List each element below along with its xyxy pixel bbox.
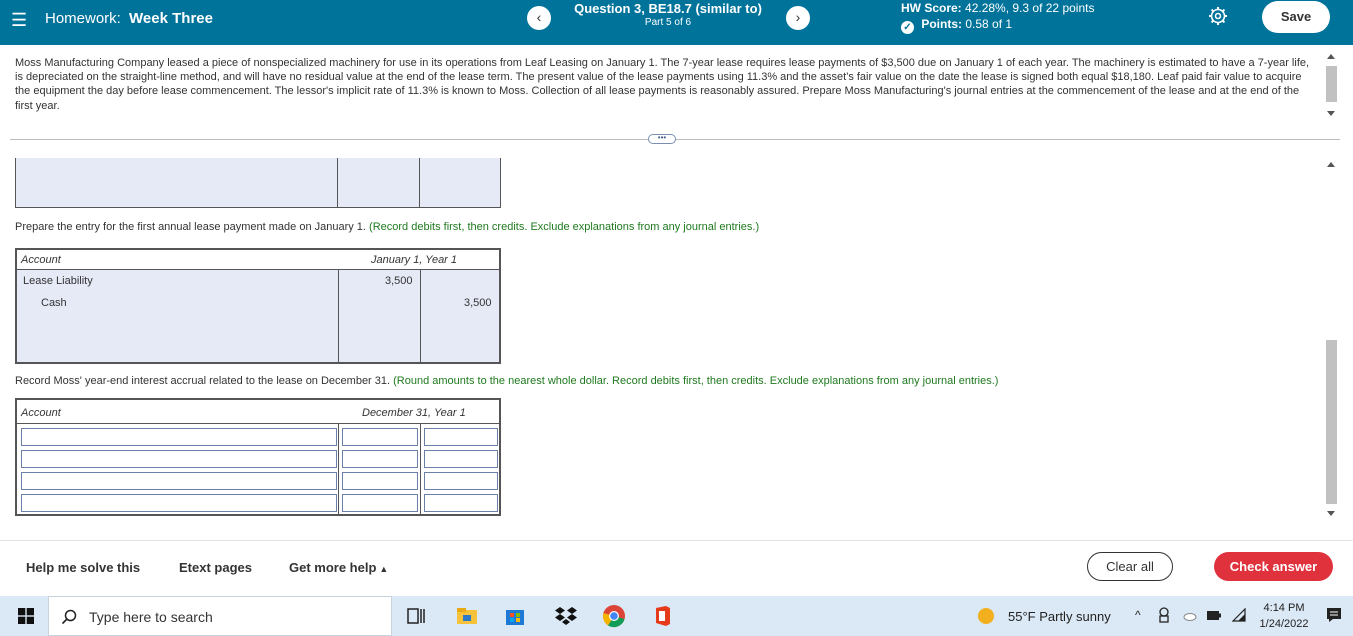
header-account: Account	[21, 254, 61, 266]
previous-question-button[interactable]: ‹	[527, 6, 551, 30]
windows-start-icon[interactable]	[18, 608, 34, 624]
get-more-help-link[interactable]: Get more help ▲	[289, 560, 388, 575]
hw-score: HW Score: 42.28%, 9.3 of 22 points	[901, 1, 1094, 15]
row2-credit: 3,500	[464, 297, 492, 309]
debit-input-row4[interactable]	[342, 494, 418, 512]
chrome-icon[interactable]	[602, 604, 626, 628]
credit-input-row2[interactable]	[424, 450, 498, 468]
scrollbar-thumb[interactable]	[1326, 340, 1337, 504]
scroll-down-arrow-icon[interactable]	[1327, 111, 1335, 116]
header-account: Account	[21, 407, 61, 419]
table-column-divider	[338, 424, 339, 514]
system-clock[interactable]: 4:14 PM 1/24/2022	[1254, 600, 1314, 632]
account-input-row4[interactable]	[21, 494, 337, 512]
settings-gear-icon[interactable]	[1208, 6, 1228, 26]
help-me-solve-link[interactable]: Help me solve this	[26, 560, 140, 575]
notification-center-icon[interactable]	[1325, 606, 1343, 624]
points-value: 0.58 of 1	[965, 17, 1013, 31]
etext-pages-link[interactable]: Etext pages	[179, 560, 252, 575]
row1-account: Lease Liability	[23, 275, 93, 287]
task-view-icon[interactable]	[404, 604, 428, 628]
table-header: Account December 31, Year 1	[17, 400, 499, 424]
account-input-row3[interactable]	[21, 472, 337, 490]
weather-text: 55°F Partly sunny	[1008, 609, 1111, 624]
debit-input-row1[interactable]	[342, 428, 418, 446]
credit-input-row3[interactable]	[424, 472, 498, 490]
microsoft-store-icon[interactable]	[503, 604, 527, 628]
journal-table-jan1: Account January 1, Year 1 Lease Liabilit…	[15, 248, 501, 364]
expand-ellipsis-button[interactable]: •••	[648, 134, 676, 144]
table-column-divider	[338, 270, 339, 362]
table-column-divider	[419, 158, 420, 208]
part1-instruction: Prepare the entry for the first annual l…	[15, 221, 759, 233]
taskbar-search-input[interactable]: Type here to search	[48, 596, 392, 636]
part2-hint: (Round amounts to the nearest whole doll…	[393, 375, 999, 387]
touch-keyboard-icon[interactable]	[1157, 606, 1171, 624]
points: ✓ Points: 0.58 of 1	[901, 17, 1012, 34]
table-column-divider	[337, 158, 338, 208]
get-more-help-label: Get more help	[289, 560, 377, 575]
scroll-up-arrow-icon[interactable]	[1327, 162, 1335, 167]
row2-account: Cash	[41, 297, 67, 309]
office-icon[interactable]	[650, 604, 674, 628]
menu-icon[interactable]: ☰	[11, 10, 27, 31]
scroll-down-arrow-icon[interactable]	[1327, 511, 1335, 516]
table-column-divider	[420, 424, 421, 514]
dropbox-icon[interactable]	[554, 604, 578, 628]
part2-instruction-text: Record Moss' year-end interest accrual r…	[15, 375, 391, 387]
clock-time: 4:14 PM	[1263, 602, 1305, 614]
clear-all-button[interactable]: Clear all	[1087, 552, 1173, 581]
question-scrollbar[interactable]	[1324, 50, 1338, 120]
homework-title: Homework: Week Three	[45, 10, 213, 27]
windows-taskbar: Type here to search 55°F Partly sunny ^	[0, 596, 1353, 636]
homework-prefix: Homework:	[45, 10, 121, 27]
next-question-button[interactable]: ›	[786, 6, 810, 30]
footer-bar: Help me solve this Etext pages Get more …	[0, 540, 1353, 596]
hw-score-value: 42.28%, 9.3 of 22 points	[965, 1, 1095, 15]
part1-hint: (Record debits first, then credits. Excl…	[369, 221, 760, 233]
save-button[interactable]: Save	[1262, 1, 1330, 33]
credit-input-row1[interactable]	[424, 428, 498, 446]
hw-score-label: HW Score:	[901, 1, 962, 15]
table-column-divider	[420, 270, 421, 362]
partly-sunny-icon	[978, 608, 994, 624]
partial-check-icon: ✓	[901, 21, 914, 34]
points-label: Points:	[921, 17, 963, 31]
caret-up-icon: ▲	[379, 564, 389, 574]
part1-instruction-text: Prepare the entry for the first annual l…	[15, 221, 366, 233]
onedrive-cloud-icon[interactable]	[1183, 611, 1197, 621]
weather-widget[interactable]: 55°F Partly sunny	[978, 608, 1111, 624]
top-bar: ☰ Homework: Week Three ‹ Question 3, BE1…	[0, 0, 1353, 45]
main-scrollbar[interactable]	[1324, 158, 1338, 520]
part2-instruction: Record Moss' year-end interest accrual r…	[15, 375, 998, 387]
check-answer-button[interactable]: Check answer	[1214, 552, 1333, 581]
question-text: Moss Manufacturing Company leased a piec…	[15, 57, 1310, 112]
question-part: Part 5 of 6	[644, 17, 692, 28]
search-placeholder: Type here to search	[89, 609, 213, 625]
question-title: Question 3, BE18.7 (similar to)	[574, 1, 762, 16]
scrollbar-thumb[interactable]	[1326, 66, 1337, 102]
wifi-icon[interactable]	[1232, 608, 1246, 622]
battery-icon[interactable]	[1206, 610, 1222, 621]
previous-journal-table	[15, 158, 501, 208]
scroll-up-arrow-icon[interactable]	[1327, 54, 1335, 59]
debit-input-row2[interactable]	[342, 450, 418, 468]
row1-debit: 3,500	[385, 275, 413, 287]
credit-input-row4[interactable]	[424, 494, 498, 512]
header-date: December 31, Year 1	[362, 407, 466, 419]
account-input-row2[interactable]	[21, 450, 337, 468]
debit-input-row3[interactable]	[342, 472, 418, 490]
tray-expand-icon[interactable]: ^	[1135, 608, 1141, 622]
header-date: January 1, Year 1	[371, 254, 458, 266]
clock-date: 1/24/2022	[1259, 618, 1309, 630]
table-header: Account January 1, Year 1	[17, 250, 499, 270]
search-icon	[61, 609, 77, 625]
journal-table-dec31: Account December 31, Year 1	[15, 398, 501, 516]
file-explorer-icon[interactable]	[455, 604, 479, 628]
homework-name: Week Three	[129, 10, 213, 27]
account-input-row1[interactable]	[21, 428, 337, 446]
